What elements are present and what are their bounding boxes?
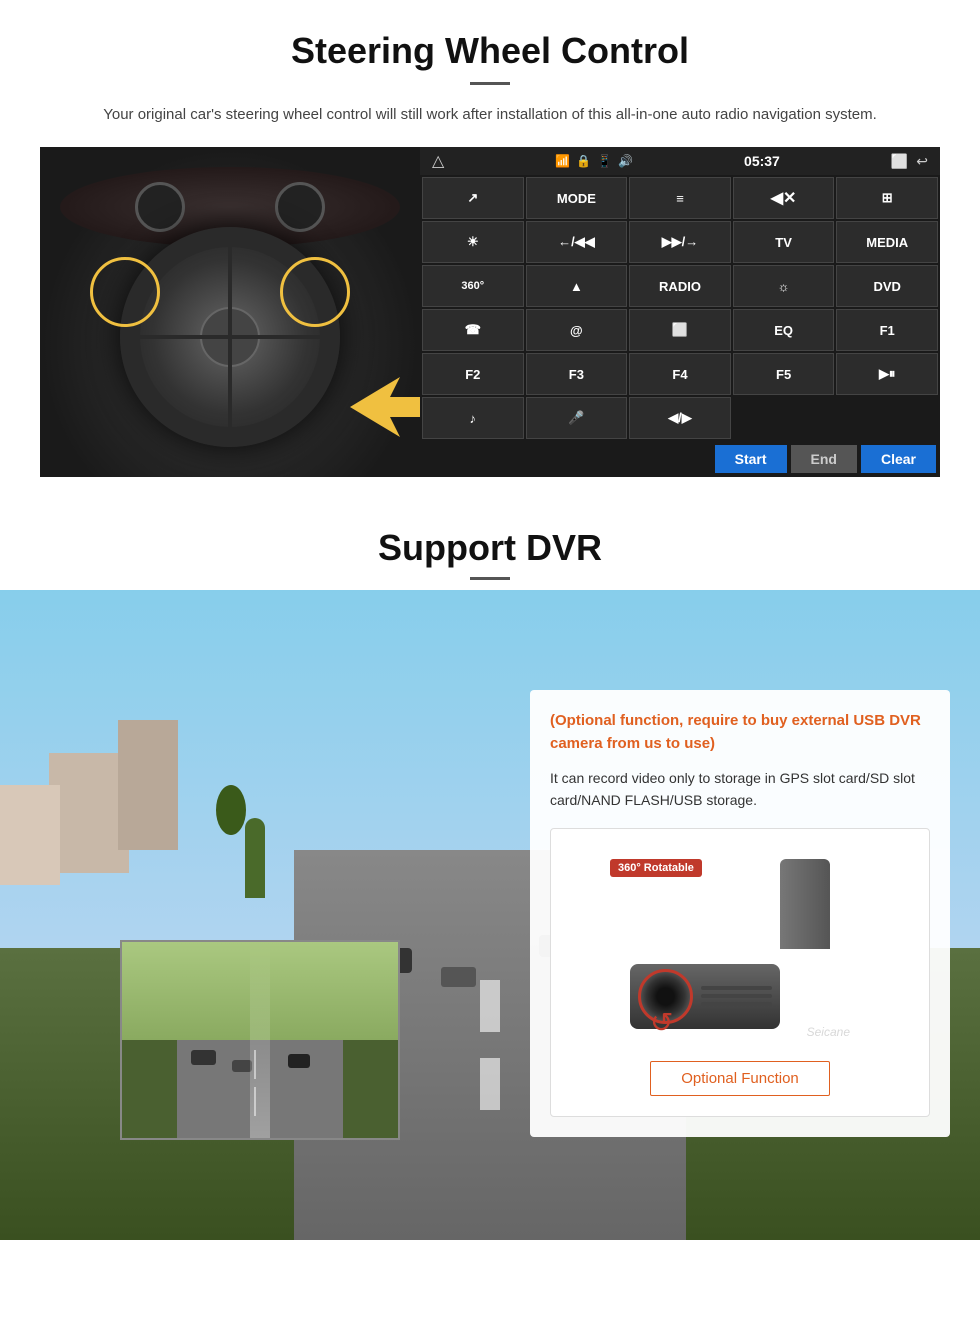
steering-wheel-bg bbox=[40, 147, 420, 477]
dvr-scene: (Optional function, require to buy exter… bbox=[0, 590, 980, 1240]
dvr-thumbnail bbox=[120, 940, 400, 1140]
title-underline bbox=[470, 82, 510, 85]
lock-icon: 🔒 bbox=[576, 154, 591, 168]
camera-visual: 360° Rotatable bbox=[610, 849, 870, 1049]
end-button[interactable]: End bbox=[791, 445, 857, 473]
signal-icon: 📱 bbox=[597, 154, 612, 168]
btn-internet[interactable]: @ bbox=[526, 309, 628, 351]
btn-tv[interactable]: TV bbox=[733, 221, 835, 263]
btn-f1[interactable]: F1 bbox=[836, 309, 938, 351]
dvr-description: It can record video only to storage in G… bbox=[550, 767, 930, 812]
control-panel: △ 📶 🔒 📱 🔊 05:37 ⬜ ↩ ↗ MODE ≡ bbox=[420, 147, 940, 477]
btn-360[interactable]: 360° bbox=[422, 265, 524, 307]
btn-eq[interactable]: EQ bbox=[733, 309, 835, 351]
dvr-title: Support DVR bbox=[0, 527, 980, 569]
nav-icons: ⬜ ↩ bbox=[891, 153, 928, 170]
btn-vol[interactable]: ◀/▶ bbox=[629, 397, 731, 439]
btn-f2[interactable]: F2 bbox=[422, 353, 524, 395]
direction-arrow bbox=[350, 377, 420, 437]
steering-photo bbox=[40, 147, 420, 477]
steering-description: Your original car's steering wheel contr… bbox=[90, 103, 890, 127]
optional-function-button[interactable]: Optional Function bbox=[650, 1061, 830, 1096]
bluetooth-icon: 🔊 bbox=[618, 154, 633, 168]
clear-button[interactable]: Clear bbox=[861, 445, 936, 473]
start-button[interactable]: Start bbox=[715, 445, 787, 473]
btn-brightness[interactable]: ☼ bbox=[733, 265, 835, 307]
btn-f4[interactable]: F4 bbox=[629, 353, 731, 395]
btn-music[interactable]: ♪ bbox=[422, 397, 524, 439]
window-icon[interactable]: ⬜ bbox=[891, 153, 908, 170]
back-icon[interactable]: ↩ bbox=[916, 153, 928, 170]
btn-playpause[interactable]: ▶⏸ bbox=[836, 353, 938, 395]
button-grid: ↗ MODE ≡ ◀✕ ⊞ ☀ ←/◀◀ ▶▶/→ TV MEDIA 360° … bbox=[420, 175, 940, 441]
btn-phone[interactable]: ☎ bbox=[422, 309, 524, 351]
btn-eject[interactable]: ▲ bbox=[526, 265, 628, 307]
brand-watermark: Seicane bbox=[807, 1025, 850, 1039]
left-control-circle bbox=[90, 257, 160, 327]
btn-mode[interactable]: MODE bbox=[526, 177, 628, 219]
btn-radio[interactable]: RADIO bbox=[629, 265, 731, 307]
clock-display: 05:37 bbox=[744, 153, 780, 169]
btn-mic[interactable]: 🎤 bbox=[526, 397, 628, 439]
panel-status-bar: △ 📶 🔒 📱 🔊 05:37 ⬜ ↩ bbox=[420, 147, 940, 175]
dvr-section: Support DVR bbox=[0, 497, 980, 1277]
steering-title: Steering Wheel Control bbox=[40, 30, 940, 72]
btn-prev[interactable]: ←/◀◀ bbox=[526, 221, 628, 263]
right-control-circle bbox=[280, 257, 350, 327]
btn-window2[interactable]: ⬜ bbox=[629, 309, 731, 351]
dvr-info-card: (Optional function, require to buy exter… bbox=[530, 690, 950, 1137]
rotate-badge: 360° Rotatable bbox=[610, 859, 702, 877]
steering-content: △ 📶 🔒 📱 🔊 05:37 ⬜ ↩ ↗ MODE ≡ bbox=[40, 147, 940, 477]
btn-media[interactable]: MEDIA bbox=[836, 221, 938, 263]
steering-section: Steering Wheel Control Your original car… bbox=[0, 0, 980, 497]
camera-mount bbox=[780, 859, 830, 949]
btn-apps[interactable]: ⊞ bbox=[836, 177, 938, 219]
btn-next[interactable]: ▶▶/→ bbox=[629, 221, 731, 263]
wifi-icon: 📶 bbox=[555, 154, 570, 168]
home-icon[interactable]: △ bbox=[432, 151, 444, 171]
btn-settings[interactable]: ☀ bbox=[422, 221, 524, 263]
btn-navigate[interactable]: ↗ bbox=[422, 177, 524, 219]
dvr-title-area: Support DVR bbox=[0, 497, 980, 590]
dvr-title-underline bbox=[470, 577, 510, 580]
dvr-camera-box: 360° Rotatable bbox=[550, 828, 930, 1117]
btn-dvd[interactable]: DVD bbox=[836, 265, 938, 307]
optional-required-text: (Optional function, require to buy exter… bbox=[550, 710, 930, 755]
btn-f3[interactable]: F3 bbox=[526, 353, 628, 395]
btn-f5[interactable]: F5 bbox=[733, 353, 835, 395]
thumbnail-road bbox=[122, 942, 398, 1138]
rotate-arrow-icon: ↺ bbox=[650, 1006, 673, 1039]
bottom-buttons: Start End Clear bbox=[420, 441, 940, 477]
status-icons: 📶 🔒 📱 🔊 bbox=[555, 154, 633, 168]
btn-mute[interactable]: ◀✕ bbox=[733, 177, 835, 219]
btn-menu[interactable]: ≡ bbox=[629, 177, 731, 219]
